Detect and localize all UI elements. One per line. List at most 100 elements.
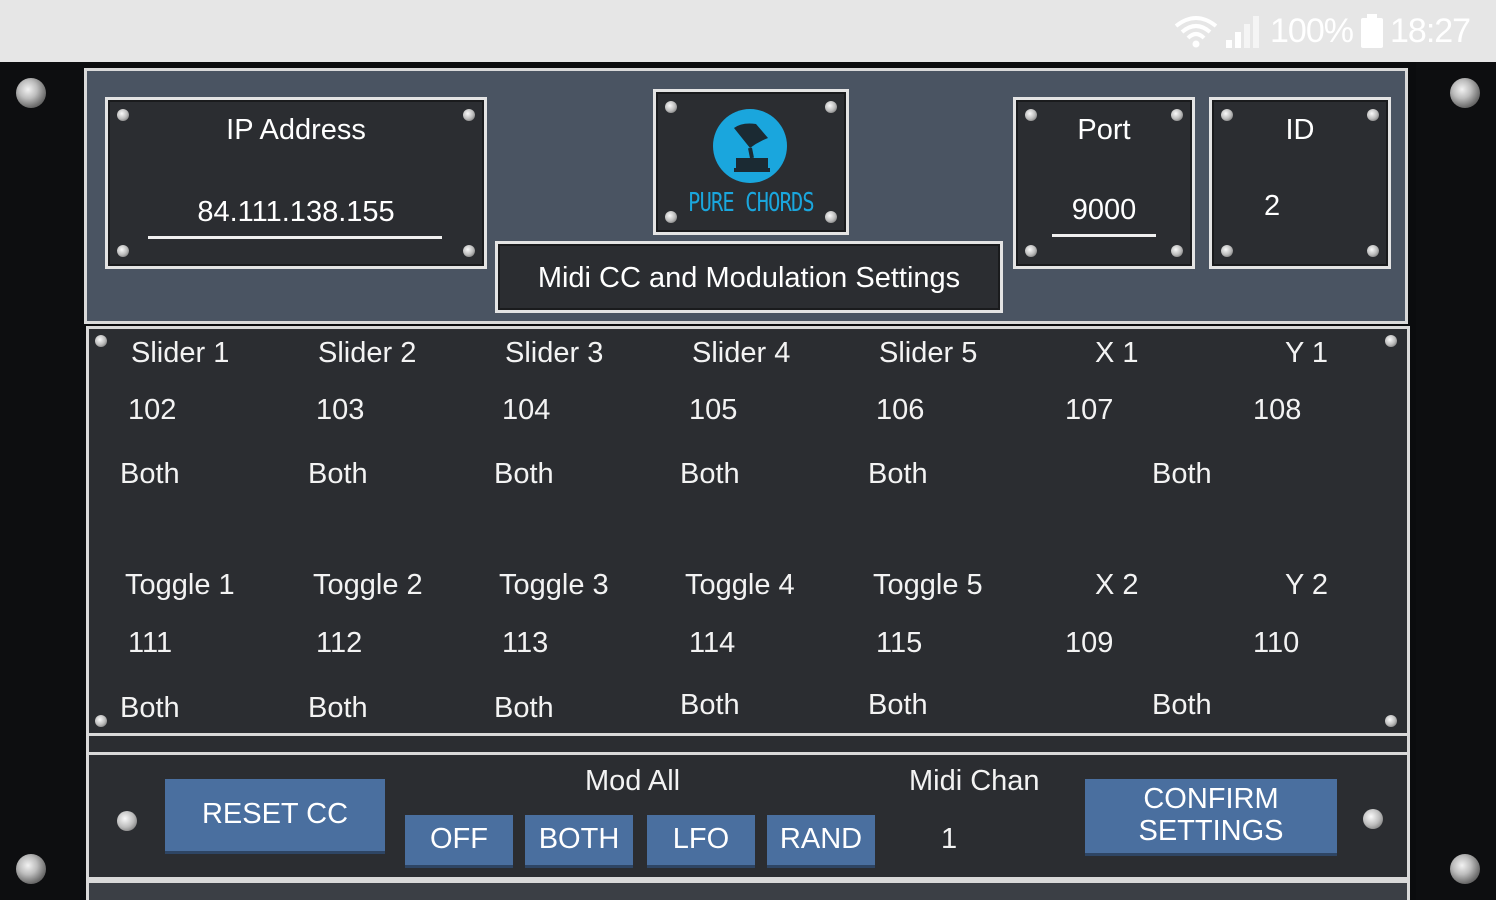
logo-plate: PURE CHORDS	[653, 89, 849, 235]
cc-number-field[interactable]: 112	[316, 627, 362, 660]
mod-mode-selector[interactable]: Both	[494, 458, 554, 491]
midi-channel-field[interactable]: 1	[941, 823, 957, 856]
screw-icon	[1363, 809, 1383, 829]
cc-number-field[interactable]: 107	[1065, 394, 1113, 427]
screw-icon	[16, 854, 46, 884]
screw-icon	[1450, 854, 1480, 884]
midi-channel-label: Midi Chan	[909, 765, 1040, 797]
screw-icon	[1221, 245, 1233, 257]
mod-mode-selector[interactable]: Both	[680, 689, 740, 722]
mod-all-rand-button[interactable]: RAND	[767, 815, 875, 865]
ip-field-underline	[148, 236, 442, 239]
mod-mode-selector[interactable]: Both	[308, 692, 368, 725]
rack-rail-left	[0, 62, 80, 900]
battery-percent: 100%	[1270, 12, 1354, 50]
settings-title-plate: Midi CC and Modulation Settings	[495, 241, 1003, 313]
controls-panel: RESET CC Mod All OFF BOTH LFO RAND Midi …	[86, 752, 1410, 880]
mod-all-label: Mod All	[585, 765, 681, 797]
page-title: Midi CC and Modulation Settings	[537, 262, 961, 294]
screw-icon	[117, 245, 129, 257]
cc-number-field[interactable]: 114	[689, 627, 735, 660]
mod-mode-selector[interactable]: Both	[868, 458, 928, 491]
cc-number-field[interactable]: 106	[876, 394, 924, 427]
mod-mode-selector[interactable]: Both	[494, 692, 554, 725]
bottom-strip	[86, 880, 1410, 900]
control-name: Slider 3	[505, 337, 604, 369]
cc-settings-grid: Slider 1 Slider 2 Slider 3 Slider 4 Slid…	[86, 326, 1410, 736]
mod-mode-selector[interactable]: Both	[120, 692, 180, 725]
id-plate: ID 2	[1209, 97, 1391, 269]
screw-icon	[1450, 78, 1480, 108]
control-name: Slider 4	[692, 337, 791, 369]
mod-mode-selector-xy[interactable]: Both	[1152, 458, 1212, 491]
gramophone-icon	[713, 109, 787, 183]
cc-number-field[interactable]: 113	[502, 627, 548, 660]
control-name: Y 1	[1285, 337, 1329, 369]
clock: 18:27	[1390, 12, 1471, 50]
panel-separator	[86, 736, 1410, 752]
logo-text: PURE CHORDS	[688, 188, 815, 218]
screw-icon	[1171, 245, 1183, 257]
screw-icon	[95, 335, 107, 347]
control-name: Toggle 1	[125, 569, 235, 601]
cc-number-field[interactable]: 102	[128, 394, 176, 427]
port-field-underline	[1052, 234, 1156, 237]
control-name: X 2	[1095, 569, 1139, 601]
control-name: Toggle 3	[499, 569, 609, 601]
control-name: Slider 5	[879, 337, 978, 369]
screw-icon	[1367, 245, 1379, 257]
screw-icon	[1025, 245, 1037, 257]
confirm-button-line-1: CONFIRM	[1143, 783, 1279, 816]
control-name: X 1	[1095, 337, 1139, 369]
screw-icon	[1385, 335, 1397, 347]
control-name: Slider 1	[131, 337, 230, 369]
port-label: Port	[1077, 114, 1131, 146]
mod-all-off-button[interactable]: OFF	[405, 815, 513, 865]
cc-number-field[interactable]: 105	[689, 394, 737, 427]
ip-address-plate: IP Address 84.111.138.155	[105, 97, 487, 269]
screw-icon	[463, 245, 475, 257]
mod-all-both-button[interactable]: BOTH	[525, 815, 633, 865]
wifi-icon	[1174, 16, 1218, 48]
cc-number-field[interactable]: 104	[502, 394, 550, 427]
screw-icon	[665, 211, 677, 223]
port-field[interactable]: 9000	[1016, 194, 1192, 227]
reset-cc-button[interactable]: RESET CC	[165, 779, 385, 851]
status-bar: 100% 18:27	[0, 0, 1496, 62]
port-plate: Port 9000	[1013, 97, 1195, 269]
id-field[interactable]: 2	[1264, 190, 1280, 223]
control-name: Toggle 5	[873, 569, 983, 601]
mod-mode-selector[interactable]: Both	[308, 458, 368, 491]
control-name: Toggle 4	[685, 569, 795, 601]
screw-icon	[665, 101, 677, 113]
ip-address-label: IP Address	[226, 114, 366, 146]
cc-number-field[interactable]: 109	[1065, 627, 1113, 660]
cc-number-field[interactable]: 103	[316, 394, 364, 427]
mod-mode-selector[interactable]: Both	[120, 458, 180, 491]
screw-icon	[16, 78, 46, 108]
control-name: Slider 2	[318, 337, 417, 369]
rack-rail-right	[1416, 62, 1496, 900]
mod-mode-selector-xy[interactable]: Both	[1152, 689, 1212, 722]
cc-number-field[interactable]: 110	[1253, 627, 1299, 660]
screw-icon	[95, 715, 107, 727]
mod-all-lfo-button[interactable]: LFO	[647, 815, 755, 865]
ip-address-field[interactable]: 84.111.138.155	[108, 196, 484, 229]
cc-number-field[interactable]: 115	[876, 627, 922, 660]
control-name: Y 2	[1285, 569, 1329, 601]
mod-mode-selector[interactable]: Both	[868, 689, 928, 722]
confirm-settings-button[interactable]: CONFIRM SETTINGS	[1085, 779, 1337, 853]
cc-number-field[interactable]: 108	[1253, 394, 1301, 427]
confirm-button-line-2: SETTINGS	[1138, 815, 1284, 847]
screw-icon	[1385, 715, 1397, 727]
mod-mode-selector[interactable]: Both	[680, 458, 740, 491]
screw-icon	[825, 101, 837, 113]
control-name: Toggle 2	[313, 569, 423, 601]
header-panel: IP Address 84.111.138.155 PURE CHORDS Mi…	[84, 68, 1408, 324]
id-label: ID	[1285, 114, 1315, 146]
screw-icon	[117, 811, 137, 831]
battery-icon	[1361, 14, 1383, 48]
signal-icon	[1226, 16, 1259, 48]
cc-number-field[interactable]: 111	[128, 627, 172, 660]
screw-icon	[825, 211, 837, 223]
